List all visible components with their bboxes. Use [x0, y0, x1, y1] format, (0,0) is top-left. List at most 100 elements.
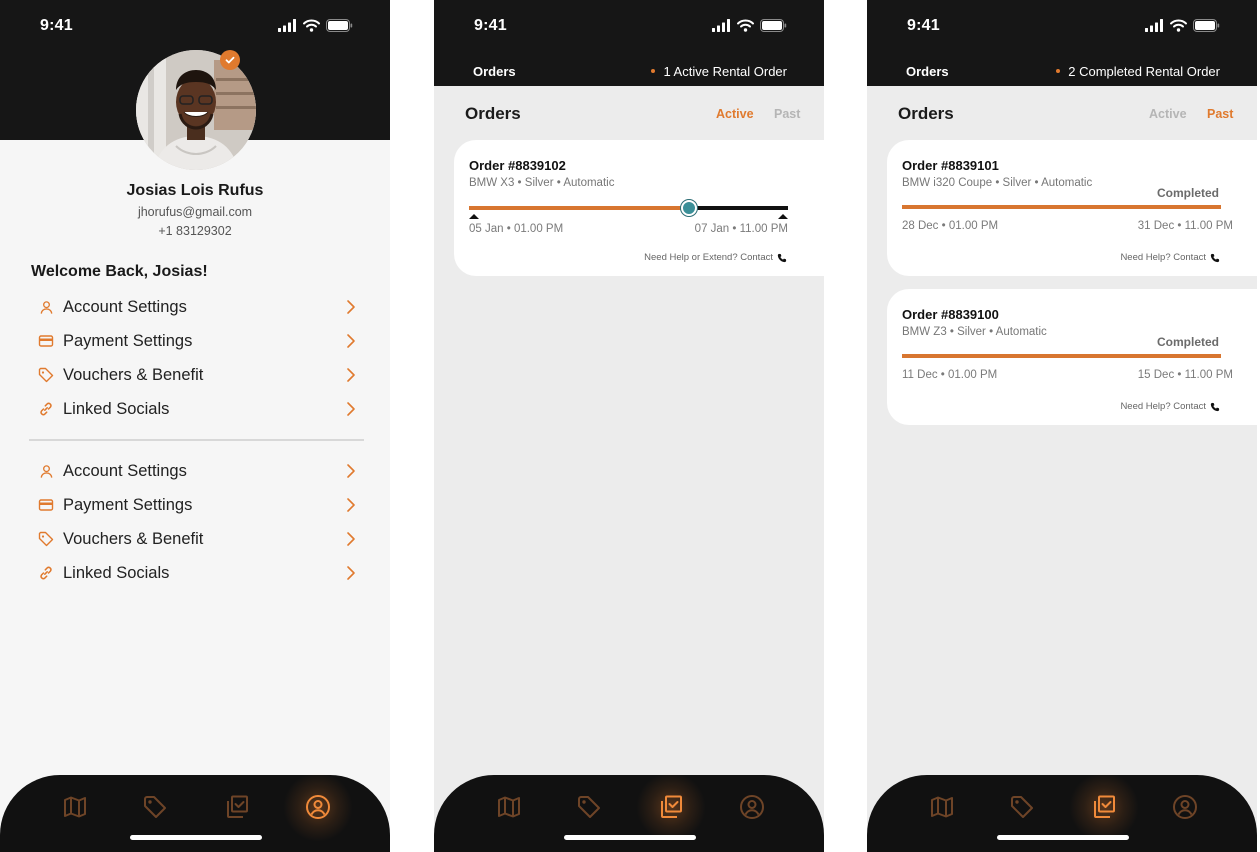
status-bar: 9:41 — [867, 0, 1257, 52]
menu-item-vouchers-benefit[interactable]: Vouchers & Benefit — [31, 358, 361, 392]
order-start-date: 05 Jan • 01.00 PM — [469, 223, 564, 235]
order-card[interactable]: Order #8839102 BMW X3 • Silver • Automat… — [454, 140, 824, 276]
menu-item-vouchers-benefit[interactable]: Vouchers & Benefit — [31, 522, 361, 556]
bottom-tab-bar — [0, 772, 390, 852]
home-indicator[interactable] — [130, 835, 262, 840]
home-indicator[interactable] — [997, 835, 1129, 840]
order-card[interactable]: Order #8839100 BMW Z3 • Silver • Automat… — [887, 289, 1257, 425]
tab-orders[interactable] — [222, 792, 252, 822]
menu-item-label: Vouchers & Benefit — [63, 365, 204, 384]
menu-item-payment-settings[interactable]: Payment Settings — [31, 324, 361, 358]
header-order-count: 1 Active Rental Order — [651, 64, 787, 79]
tab-orders[interactable] — [1069, 772, 1139, 842]
order-start-date: 28 Dec • 01.00 PM — [902, 220, 999, 232]
bottom-tab-bar — [867, 772, 1257, 852]
menu-item-account-settings[interactable]: Account Settings — [31, 454, 361, 488]
avatar-container[interactable] — [136, 50, 256, 170]
tab-profile[interactable] — [1170, 792, 1200, 822]
tab-vouchers[interactable] — [574, 792, 604, 822]
orders-past-screen: Orders 2 Completed Rental Order 9:41 Ord… — [867, 0, 1257, 852]
order-start-date: 11 Dec • 01.00 PM — [902, 369, 998, 381]
contact-help-link[interactable]: Need Help? Contact — [1120, 401, 1220, 412]
order-card[interactable]: Order #8839101 BMW i320 Coupe • Silver •… — [887, 140, 1257, 276]
phone-icon — [777, 253, 787, 263]
tag-icon — [37, 530, 55, 548]
order-title: Order #8839102 — [469, 158, 566, 173]
chevron-right-icon — [345, 367, 357, 383]
chevron-right-icon — [345, 497, 357, 513]
menu-item-label: Linked Socials — [63, 399, 170, 418]
tab-active[interactable]: Active — [716, 107, 754, 121]
status-dot — [651, 68, 656, 73]
avatar-photo — [136, 50, 256, 170]
chevron-right-icon — [345, 463, 357, 479]
help-text: Need Help? Contact — [1120, 252, 1206, 263]
link-icon — [37, 564, 55, 582]
tab-profile[interactable] — [737, 792, 767, 822]
battery-icon — [1193, 19, 1220, 32]
menu-item-payment-settings[interactable]: Payment Settings — [31, 488, 361, 522]
tag-icon — [142, 794, 168, 820]
avatar[interactable] — [136, 50, 256, 170]
chevron-right-icon — [345, 401, 357, 417]
tab-map[interactable] — [60, 792, 90, 822]
help-text: Need Help or Extend? Contact — [644, 252, 773, 263]
tab-map[interactable] — [927, 792, 957, 822]
profile-phone: +1 83129302 — [158, 224, 232, 238]
battery-icon — [760, 19, 787, 32]
header-order-count: 2 Completed Rental Order — [1056, 64, 1220, 79]
status-time: 9:41 — [474, 17, 507, 34]
chevron-right-icon — [345, 333, 357, 349]
tab-past[interactable]: Past — [774, 107, 800, 121]
order-end-date: 15 Dec • 11.00 PM — [1137, 369, 1233, 381]
home-indicator[interactable] — [564, 835, 696, 840]
help-text: Need Help? Contact — [1120, 401, 1206, 412]
tab-vouchers[interactable] — [1007, 792, 1037, 822]
menu-item-linked-socials[interactable]: Linked Socials — [31, 556, 361, 590]
tab-map[interactable] — [494, 792, 524, 822]
contact-help-link[interactable]: Need Help or Extend? Contact — [644, 252, 787, 263]
status-bar: 9:41 — [0, 0, 390, 52]
order-title: Order #8839101 — [902, 158, 999, 173]
credit-card-icon — [37, 496, 55, 514]
user-icon — [37, 462, 55, 480]
cellular-signal-icon — [1145, 19, 1164, 32]
menu-item-label: Linked Socials — [63, 563, 170, 582]
tab-past[interactable]: Past — [1207, 107, 1233, 121]
settings-menu-1: Account Settings Payment Settings Vouche… — [31, 290, 361, 426]
check-icon — [225, 56, 235, 64]
menu-item-linked-socials[interactable]: Linked Socials — [31, 392, 361, 426]
wifi-icon — [1170, 19, 1187, 32]
chevron-right-icon — [345, 299, 357, 315]
rental-progress-knob[interactable] — [681, 200, 698, 216]
rental-progress-bar — [902, 205, 1221, 209]
tag-icon — [576, 794, 602, 820]
tab-vouchers[interactable] — [140, 792, 170, 822]
status-time: 9:41 — [40, 17, 73, 34]
credit-card-icon — [37, 332, 55, 350]
orders-active-screen: Orders 1 Active Rental Order 9:41 Orders… — [434, 0, 824, 852]
header-title: Orders — [473, 64, 516, 79]
order-end-date: 07 Jan • 11.00 PM — [694, 223, 788, 235]
bottom-tab-bar — [434, 772, 824, 852]
menu-item-account-settings[interactable]: Account Settings — [31, 290, 361, 324]
tab-orders[interactable] — [636, 772, 706, 842]
contact-help-link[interactable]: Need Help? Contact — [1120, 252, 1220, 263]
welcome-heading: Welcome Back, Josias! — [31, 263, 208, 280]
order-count-text: 2 Completed Rental Order — [1068, 64, 1220, 79]
section-title: Orders — [898, 104, 954, 123]
order-count-text: 1 Active Rental Order — [663, 64, 787, 79]
user-circle-icon — [739, 794, 765, 820]
orders-check-icon — [1091, 794, 1117, 820]
end-marker-icon — [778, 214, 788, 219]
section-title: Orders — [465, 104, 521, 123]
battery-icon — [326, 19, 353, 32]
rental-progress-fill — [469, 206, 690, 210]
menu-item-label: Vouchers & Benefit — [63, 529, 204, 548]
tab-active[interactable]: Active — [1149, 107, 1187, 121]
map-icon — [929, 794, 955, 820]
menu-item-label: Account Settings — [63, 297, 187, 316]
tab-profile[interactable] — [283, 772, 353, 842]
order-vehicle: BMW i320 Coupe • Silver • Automatic — [902, 177, 1093, 189]
profile-name: Josias Lois Rufus — [126, 182, 264, 199]
